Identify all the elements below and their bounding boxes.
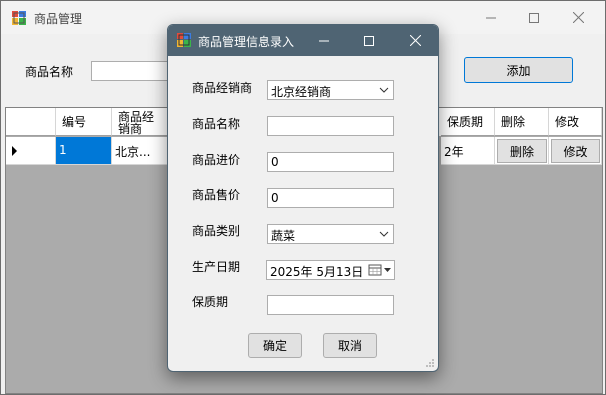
cancel-button[interactable]: 取消 — [323, 333, 377, 358]
cost-price-label: 商品进价 — [192, 153, 241, 167]
main-window-title: 商品管理 — [34, 12, 83, 26]
app-icon — [12, 11, 26, 25]
shelf-life-input[interactable] — [267, 295, 394, 315]
name-input[interactable] — [267, 116, 394, 136]
cell-id[interactable]: 1 — [56, 137, 112, 165]
maximize-icon[interactable] — [346, 25, 392, 56]
column-header-id[interactable]: 编号 — [56, 108, 112, 136]
cell-delete: 删除 — [495, 137, 549, 165]
maximize-icon[interactable] — [511, 1, 557, 34]
close-icon[interactable] — [555, 1, 601, 34]
cell-edit: 修改 — [549, 137, 602, 165]
row-indicator-icon — [12, 146, 17, 156]
sale-price-input[interactable]: 0 — [267, 188, 394, 208]
minimize-icon[interactable] — [301, 25, 347, 56]
row-header-corner — [6, 108, 56, 136]
minimize-icon[interactable] — [468, 1, 514, 34]
name-label: 商品名称 — [192, 117, 241, 131]
category-label: 商品类别 — [192, 224, 241, 238]
search-input[interactable] — [91, 61, 171, 81]
production-date-picker[interactable]: 2025年 5月13日 — [266, 260, 395, 280]
calendar-icon[interactable] — [368, 263, 392, 277]
column-header-shelf-life[interactable]: 保质期 — [441, 108, 495, 136]
dealer-label: 商品经销商 — [192, 81, 253, 95]
category-select[interactable]: 蔬菜 — [267, 224, 394, 244]
dialog-titlebar[interactable]: 商品管理信息录入 — [168, 25, 438, 56]
production-date-label: 生产日期 — [192, 260, 241, 274]
sale-price-label: 商品售价 — [192, 188, 241, 202]
delete-button[interactable]: 删除 — [497, 139, 547, 163]
cell-shelf-life[interactable]: 2年 — [441, 137, 495, 165]
dealer-select[interactable]: 北京经销商 — [267, 80, 394, 100]
ok-button[interactable]: 确定 — [248, 333, 302, 358]
chevron-down-icon — [379, 87, 389, 93]
production-date-value: 2025年 5月13日 — [270, 265, 364, 279]
shelf-life-label: 保质期 — [192, 295, 229, 309]
category-select-value: 蔬菜 — [271, 229, 296, 243]
entry-dialog: 商品管理信息录入 商品经销商 北京经销商 商品名称 商品进价 0 商品售价 0 … — [167, 24, 439, 372]
dialog-title: 商品管理信息录入 — [198, 35, 295, 49]
edit-button[interactable]: 修改 — [551, 139, 600, 163]
close-icon[interactable] — [392, 25, 438, 56]
resize-grip-icon[interactable] — [425, 358, 435, 368]
add-button[interactable]: 添加 — [464, 57, 573, 83]
row-header[interactable] — [6, 137, 56, 165]
app-icon — [177, 33, 191, 47]
column-header-dealer[interactable]: 商品经销商 — [112, 108, 168, 136]
cost-price-input[interactable]: 0 — [267, 152, 394, 172]
column-header-edit[interactable]: 修改 — [549, 108, 602, 136]
search-label: 商品名称 — [25, 65, 74, 79]
cell-dealer[interactable]: 北京... — [112, 137, 168, 165]
column-header-delete[interactable]: 删除 — [495, 108, 549, 136]
dealer-select-value: 北京经销商 — [271, 85, 332, 99]
chevron-down-icon — [379, 231, 389, 237]
